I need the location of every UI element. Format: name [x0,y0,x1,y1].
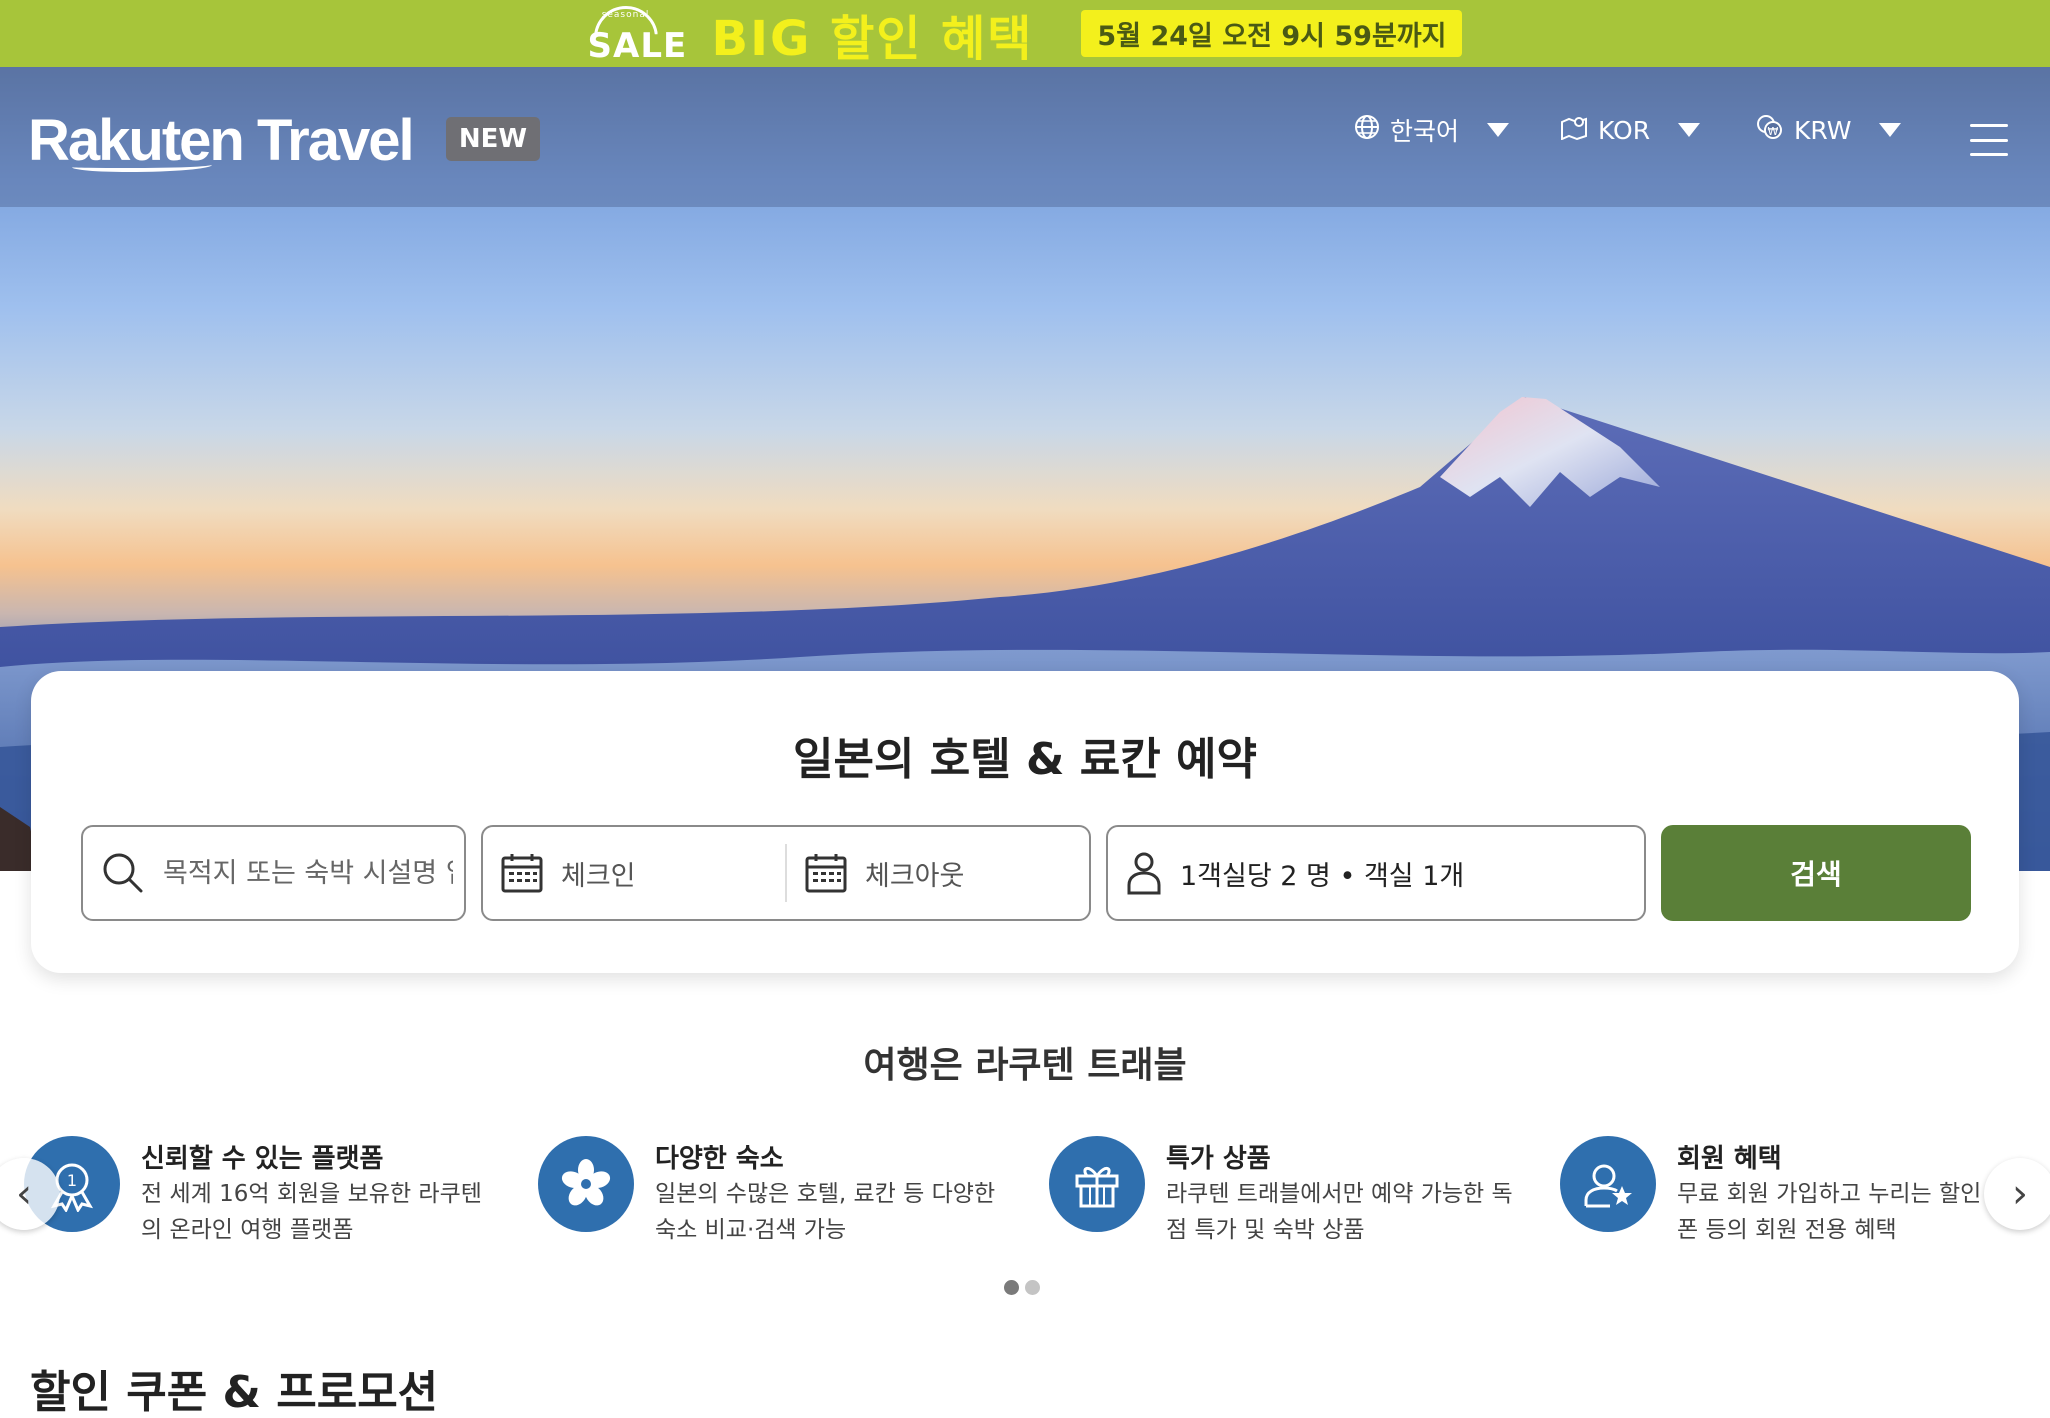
person-icon [1126,851,1162,895]
checkout-field[interactable]: 체크아웃 [787,827,1089,919]
menu-icon[interactable] [1970,124,2008,156]
calendar-icon [805,853,847,893]
promotions-title: 할인 쿠폰 & 프로모션 [30,1367,439,1418]
promo-title: BIG 할인 혜택 [711,10,1034,67]
checkout-label: 체크아웃 [864,860,965,892]
checkin-field[interactable]: 체크인 [483,827,785,919]
chevron-down-icon [1678,123,1701,137]
guests-field[interactable]: 1객실당 2 명 • 객실 1개 [1106,825,1646,921]
feature-item-various-lodging: 다양한 숙소 일본의 수많은 호텔, 료칸 등 다양한 숙소 비교·검색 가능 [538,1134,1038,1243]
features-title: 여행은 라쿠텐 트래블 [863,1045,1187,1086]
search-button[interactable]: 검색 [1661,825,1971,921]
site-header: Rakuten Travel NEW [0,67,2050,207]
member-star-icon [1560,1136,1656,1232]
carousel-next-button[interactable]: › [1984,1158,2050,1230]
feature-item-trusted-platform: 1 신뢰할 수 있는 플랫폼 전 세계 16억 회원을 보유한 라쿠텐의 온라인… [24,1134,524,1243]
currency-selector[interactable]: ₩ KRW [1756,112,1902,148]
feature-item-member-benefits: 회원 혜택 무료 회원 가입하고 누리는 할인 쿠폰 등의 회원 전용 혜택 [1560,1134,2050,1243]
search-icon [101,851,145,895]
calendar-icon [501,853,543,893]
checkin-label: 체크인 [561,860,636,892]
chevron-down-icon [1487,123,1510,137]
chevron-right-icon: › [2012,1171,2028,1217]
promo-banner[interactable]: seasonal SALE BIG 할인 혜택 5월 24일 오전 9시 59분… [0,0,2050,67]
carousel-dot-1[interactable] [1004,1280,1019,1295]
search-panel: 일본의 호텔 & 료칸 예약 체크인 체크아웃 1객실당 2 명 • 객실 1개… [31,671,2019,973]
svg-text:1: 1 [67,1171,77,1190]
language-label: 한국어 [1390,117,1460,146]
map-pin-icon [1560,114,1588,146]
carousel-pagination [1004,1280,1040,1295]
globe-icon [1354,114,1380,146]
currency-label: KRW [1794,115,1852,145]
flower-icon [538,1136,634,1232]
svg-text:₩: ₩ [1768,125,1779,138]
carousel-dot-2[interactable] [1025,1280,1040,1295]
destination-field[interactable] [81,825,466,921]
search-title: 일본의 호텔 & 료칸 예약 [793,734,1257,785]
language-selector[interactable]: 한국어 [1354,112,1510,148]
feature-item-special-deals: 특가 상품 라쿠텐 트래블에서만 예약 가능한 독점 특가 및 숙박 상품 [1049,1134,1549,1243]
date-field[interactable]: 체크인 체크아웃 [481,825,1091,921]
coins-icon: ₩ [1756,114,1784,146]
region-selector[interactable]: KOR [1560,112,1701,148]
chevron-down-icon [1879,123,1902,137]
region-label: KOR [1598,115,1651,145]
new-badge: NEW [446,117,540,161]
promo-deadline: 5월 24일 오전 9시 59분까지 [1081,10,1463,57]
guests-label: 1객실당 2 명 • 객실 1개 [1180,860,1465,892]
destination-input[interactable] [163,857,453,889]
seasonal-sale-logo: seasonal SALE [588,4,686,66]
gift-icon [1049,1136,1145,1232]
chevron-left-icon: ‹ [16,1171,32,1217]
